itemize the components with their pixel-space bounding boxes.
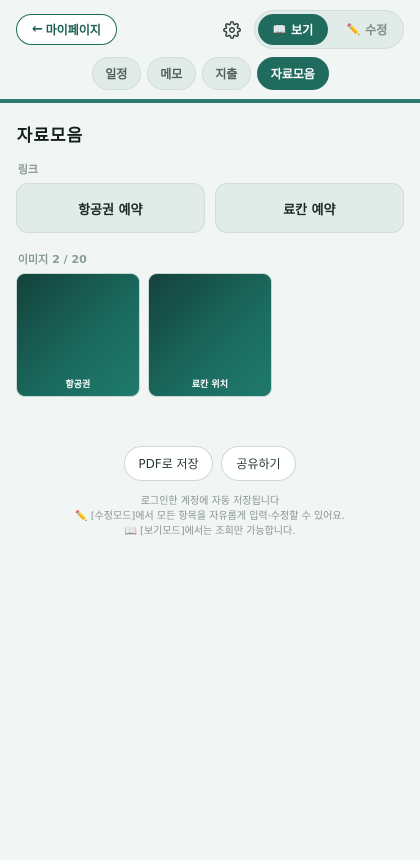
back-button-label: 마이페이지 — [45, 23, 102, 37]
book-icon: 📖 — [124, 526, 138, 537]
image-thumbnail[interactable]: 료칸 위치 — [148, 273, 272, 397]
image-caption: 료칸 위치 — [191, 380, 229, 390]
footer-note-view-text: [보기모드]에서는 조회만 가능합니다. — [140, 526, 296, 537]
view-mode-label: 보기 — [291, 23, 314, 37]
section-tabs: 일정 메모 지출 자료모음 — [0, 57, 420, 90]
image-caption: 항공권 — [65, 380, 91, 390]
share-button[interactable]: 공유하기 — [221, 446, 296, 481]
view-mode-button[interactable]: 📖 보기 — [258, 14, 328, 45]
mode-toggle: 📖 보기 ✏️ 수정 — [254, 10, 404, 49]
tab-materials[interactable]: 자료모음 — [257, 57, 329, 90]
tab-expense[interactable]: 지출 — [202, 57, 251, 90]
images-section-label: 이미지 2 / 20 — [18, 253, 87, 266]
footer-note-edit-text: [수정모드]에서 모든 항목을 자유롭게 입력·수정할 수 있어요. — [90, 511, 345, 522]
pencil-icon: ✏️ — [75, 511, 88, 522]
footer-note-autosave: 로그인한 계정에 자동 저장됩니다 — [140, 496, 280, 507]
image-thumbnail[interactable]: 항공권 — [16, 273, 140, 397]
save-pdf-button[interactable]: PDF로 저장 — [124, 446, 213, 481]
footer-note-view-mode: 📖 [보기모드]에서는 조회만 가능합니다. — [0, 522, 420, 537]
edit-mode-label: 수정 — [365, 23, 388, 37]
page-title: 자료모음 — [17, 126, 84, 146]
back-to-mypage-button[interactable]: ← 마이페이지 — [16, 14, 117, 45]
tab-schedule[interactable]: 일정 — [92, 57, 141, 90]
top-bar: ← 마이페이지 📖 보기 ✏️ 수정 일정 메모 지출 자료모음 — [0, 0, 420, 100]
link-ryokan-booking[interactable]: 료칸 예약 — [215, 183, 404, 233]
footer-note-edit-mode: ✏️ [수정모드]에서 모든 항목을 자유롭게 입력·수정할 수 있어요. — [0, 507, 420, 522]
links-section-label: 링크 — [18, 163, 39, 176]
link-flight-booking[interactable]: 항공권 예약 — [16, 183, 205, 233]
gear-icon[interactable] — [222, 20, 242, 40]
tab-memo[interactable]: 메모 — [147, 57, 196, 90]
header-divider — [0, 99, 420, 103]
pencil-icon: ✏️ — [346, 23, 361, 36]
book-icon: 📖 — [272, 23, 287, 36]
arrow-left-icon: ← — [31, 22, 43, 37]
edit-mode-button[interactable]: ✏️ 수정 — [333, 14, 401, 45]
